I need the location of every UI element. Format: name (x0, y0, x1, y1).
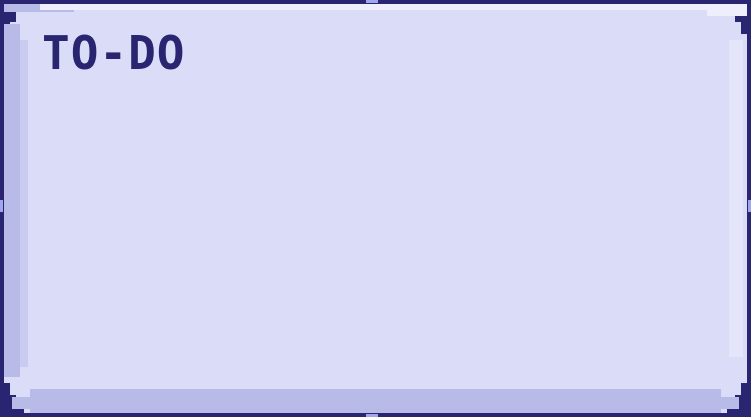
todo-window: TO-DO (0, 0, 751, 417)
left-inner-shade (20, 40, 28, 367)
todo-list-area[interactable] (40, 90, 711, 377)
resize-handle-top[interactable] (366, 0, 378, 3)
todo-title: TO-DO (42, 26, 186, 80)
right-highlight (729, 40, 743, 357)
left-shade (4, 24, 20, 377)
resize-handle-left[interactable] (0, 200, 3, 212)
bottom-shade (30, 389, 721, 413)
top-highlight (40, 4, 721, 10)
